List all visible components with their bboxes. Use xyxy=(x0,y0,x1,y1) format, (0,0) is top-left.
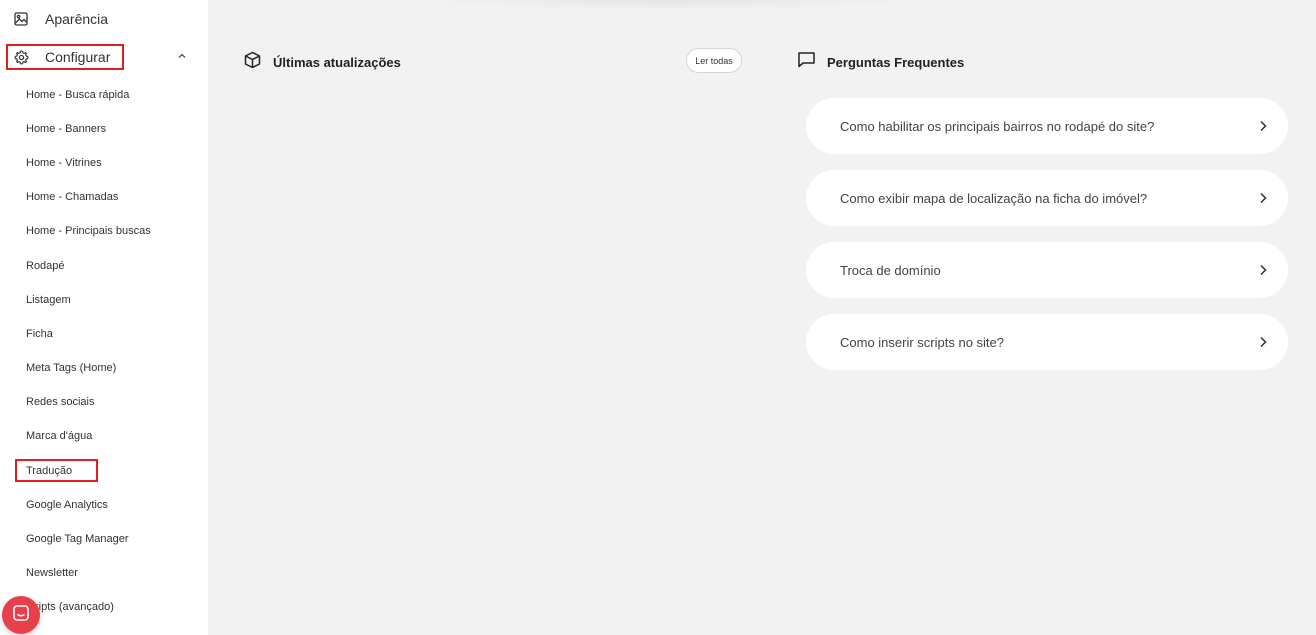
chevron-right-icon xyxy=(1256,119,1270,133)
chevron-right-icon xyxy=(1256,335,1270,349)
faq-question: Troca de domínio xyxy=(840,262,941,278)
faq-item[interactable]: Como exibir mapa de localização na ficha… xyxy=(806,170,1288,226)
chat-launcher-button[interactable] xyxy=(2,596,40,634)
sidebar-subitem-home-chamadas[interactable]: Home - Chamadas xyxy=(26,189,118,205)
updates-header: Últimas atualizações xyxy=(244,51,401,74)
cube-icon xyxy=(244,51,261,74)
sidebar-item-configure[interactable]: Configurar xyxy=(0,45,208,69)
sidebar-subitem-home-busca-rapida[interactable]: Home - Busca rápida xyxy=(26,87,129,103)
updates-title: Últimas atualizações xyxy=(273,55,401,70)
faq-question: Como inserir scripts no site? xyxy=(840,334,1004,350)
chevron-right-icon xyxy=(1256,191,1270,205)
sidebar-subitem-redes-sociais[interactable]: Redes sociais xyxy=(26,394,94,410)
sidebar-item-label: Configurar xyxy=(45,49,111,65)
sidebar-subitem-home-vitrines[interactable]: Home - Vitrines xyxy=(26,155,102,171)
faq-question: Como exibir mapa de localização na ficha… xyxy=(840,190,1148,206)
sidebar-subitem-google-analytics[interactable]: Google Analytics xyxy=(26,497,108,513)
chevron-up-icon[interactable] xyxy=(175,49,189,63)
sidebar-item-label: Aparência xyxy=(45,11,109,27)
sidebar-subitem-ficha[interactable]: Ficha xyxy=(26,326,53,342)
sidebar-subitem-scripts-avancado[interactable]: ripts (avançado) xyxy=(35,599,114,615)
faq-title: Perguntas Frequentes xyxy=(827,54,965,70)
faq-item[interactable]: Como inserir scripts no site? xyxy=(806,314,1288,370)
faq-header: Perguntas Frequentes xyxy=(797,51,964,73)
sidebar-subitem-home-principais-buscas[interactable]: Home - Principais buscas xyxy=(26,223,151,239)
faq-item[interactable]: Como habilitar os principais bairros no … xyxy=(806,98,1288,154)
chevron-right-icon xyxy=(1256,263,1270,277)
sidebar-item-appearance[interactable]: Aparência xyxy=(0,7,208,31)
sidebar-subitem-listagem[interactable]: Listagem xyxy=(26,292,71,308)
faq-question: Como habilitar os principais bairros no … xyxy=(840,118,1155,134)
read-all-button[interactable]: Ler todas xyxy=(686,48,742,73)
sidebar: Aparência Configurar Home - Busca rápida… xyxy=(0,0,208,635)
faq-item[interactable]: Troca de domínio xyxy=(806,242,1288,298)
gear-icon xyxy=(13,49,29,65)
sidebar-subitem-google-tag-manager[interactable]: Google Tag Manager xyxy=(26,531,129,547)
sidebar-subitem-newsletter[interactable]: Newsletter xyxy=(26,565,78,581)
chat-bubble-icon xyxy=(797,51,816,73)
top-shadow xyxy=(420,0,920,10)
sidebar-subitem-home-banners[interactable]: Home - Banners xyxy=(26,121,106,137)
chat-icon xyxy=(12,604,30,627)
sidebar-subitem-meta-tags-home[interactable]: Meta Tags (Home) xyxy=(26,360,116,376)
sidebar-subitem-marca-dagua[interactable]: Marca d'água xyxy=(26,428,92,444)
sidebar-subitem-traducao[interactable]: Tradução xyxy=(26,463,72,479)
image-icon xyxy=(13,11,29,27)
sidebar-subitem-rodape[interactable]: Rodapé xyxy=(26,258,65,274)
